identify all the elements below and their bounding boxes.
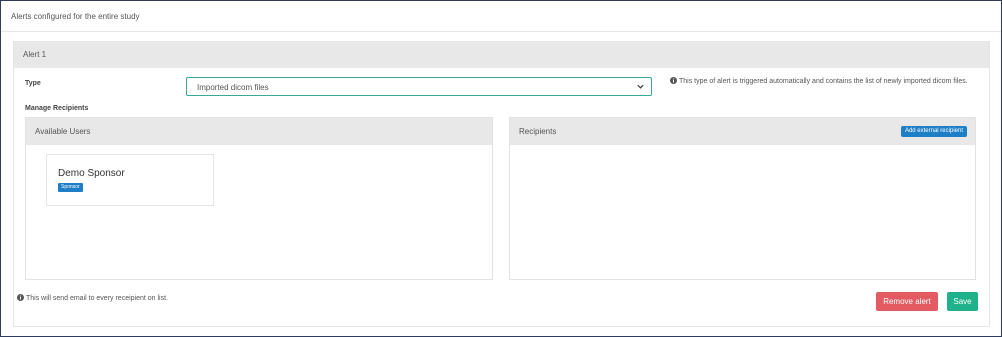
type-info: This type of alert is triggered automati… — [670, 77, 980, 86]
type-label: Type — [25, 80, 41, 87]
footer-note: This will send email to every receipient… — [17, 294, 168, 302]
role-badge: Sponsor — [58, 183, 83, 192]
page-title: Alerts configured for the entire study — [11, 12, 140, 21]
available-users-header: Available Users — [26, 118, 492, 145]
recipients-header: Recipients Add external recipient — [510, 118, 975, 145]
recipients-title: Recipients — [519, 127, 557, 136]
save-button[interactable]: Save — [947, 292, 978, 311]
alert-type-select[interactable]: Imported dicom files — [186, 77, 652, 96]
info-icon — [670, 77, 677, 84]
recipients-panel: Recipients Add external recipient — [509, 117, 976, 280]
available-users-title: Available Users — [35, 127, 91, 136]
alert-title: Alert 1 — [23, 50, 47, 59]
available-users-panel: Available Users Demo Sponsor Sponsor — [25, 117, 493, 280]
remove-alert-button[interactable]: Remove alert — [876, 292, 938, 311]
alert-type-value: Imported dicom files — [197, 83, 269, 92]
user-card[interactable]: Demo Sponsor Sponsor — [46, 154, 214, 206]
manage-recipients-label: Manage Recipients — [25, 105, 89, 112]
alert-card: Alert 1 Type Imported dicom files This t… — [13, 41, 990, 327]
add-external-recipient-button[interactable]: Add external recipient — [900, 126, 967, 137]
info-icon — [17, 294, 24, 301]
type-info-text: This type of alert is triggered automati… — [679, 78, 968, 85]
footer-note-text: This will send email to every receipient… — [26, 295, 169, 302]
page-header: Alerts configured for the entire study — [1, 1, 1001, 32]
user-name: Demo Sponsor — [58, 168, 125, 179]
alert-header: Alert 1 — [14, 42, 989, 68]
chevron-down-icon — [637, 84, 644, 89]
